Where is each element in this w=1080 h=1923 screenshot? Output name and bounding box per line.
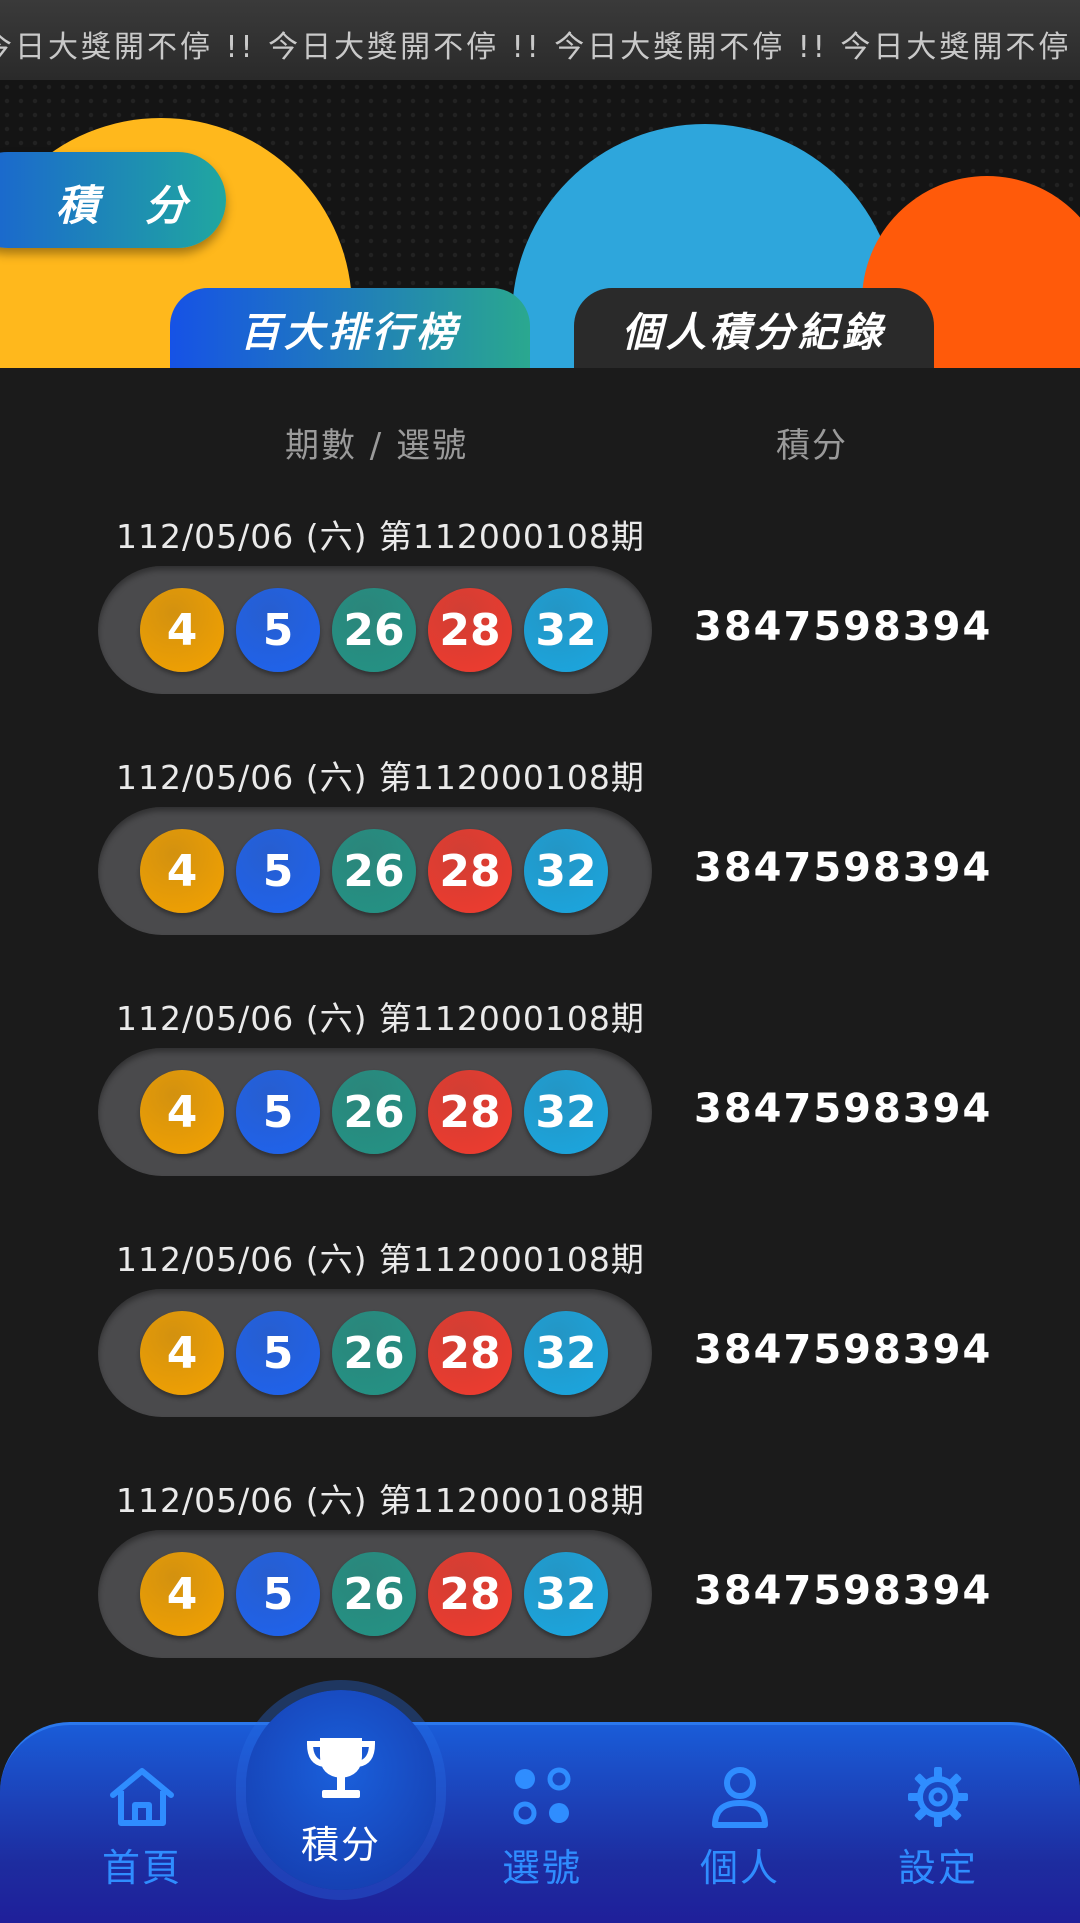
record-score-value: 3847598394 [694, 604, 993, 650]
score-record: 112/05/06 (六) 第112000108期 4 5 26 28 32 3847598… [0, 1233, 1080, 1453]
nav-home-label: 首頁 [101, 1846, 182, 1890]
column-header-score: 積分 [776, 426, 848, 466]
lottery-ball: 26 [332, 1070, 416, 1154]
lottery-ball: 4 [140, 1552, 224, 1636]
tab-top100-ranking[interactable]: 百大排行榜 [170, 288, 530, 368]
record-score-value: 3847598394 [694, 845, 993, 891]
record-period-label: 112/05/06 (六) 第112000108期 [116, 517, 645, 556]
nav-home[interactable]: 首頁 [62, 1765, 222, 1905]
record-period-label: 112/05/06 (六) 第112000108期 [116, 1240, 645, 1279]
lottery-ball: 4 [140, 1070, 224, 1154]
nav-personal-label: 個人 [699, 1846, 780, 1890]
lottery-number-tray: 4 5 26 28 32 [98, 566, 652, 694]
lottery-ball: 32 [524, 1311, 608, 1395]
lottery-ball: 28 [428, 1311, 512, 1395]
nav-settings-label: 設定 [897, 1846, 978, 1890]
gear-icon [908, 1767, 968, 1827]
tab-label: 個人積分紀錄 [622, 310, 886, 356]
record-score-value: 3847598394 [694, 1086, 993, 1132]
lottery-ball: 5 [236, 829, 320, 913]
record-period-label: 112/05/06 (六) 第112000108期 [116, 758, 645, 797]
score-record: 112/05/06 (六) 第112000108期 4 5 26 28 32 3847598… [0, 992, 1080, 1212]
header-banner: 積 分 百大排行榜 個人積分紀錄 [0, 80, 1080, 368]
section-title: 積 分 [56, 181, 203, 230]
trophy-icon [306, 1738, 376, 1798]
score-record: 112/05/06 (六) 第112000108期 4 5 26 28 32 3847598… [0, 510, 1080, 730]
lottery-number-tray: 4 5 26 28 32 [98, 1530, 652, 1658]
lottery-ball: 5 [236, 1552, 320, 1636]
lottery-ball: 26 [332, 588, 416, 672]
score-record: 112/05/06 (六) 第112000108期 4 5 26 28 32 3847598… [0, 1474, 1080, 1694]
lottery-ball: 32 [524, 1070, 608, 1154]
lottery-ball: 5 [236, 1311, 320, 1395]
record-period-label: 112/05/06 (六) 第112000108期 [116, 1481, 645, 1520]
person-icon [712, 1767, 768, 1828]
nav-score-label: 積分 [300, 1823, 381, 1867]
lottery-ball: 32 [524, 588, 608, 672]
lottery-ball: 26 [332, 829, 416, 913]
nav-settings[interactable]: 設定 [858, 1765, 1018, 1905]
tab-label: 百大排行榜 [240, 310, 460, 356]
lottery-ball: 28 [428, 588, 512, 672]
lottery-number-tray: 4 5 26 28 32 [98, 807, 652, 935]
lottery-ball: 28 [428, 829, 512, 913]
dots-grid-icon [513, 1767, 571, 1825]
record-period-label: 112/05/06 (六) 第112000108期 [116, 999, 645, 1038]
announcement-marquee: 今日大獎開不停 !! 今日大獎開不停 !! 今日大獎開不停 !! 今日大獎開不停… [0, 0, 1080, 80]
bottom-navigation: 首頁 選號 個人 設定 [0, 1722, 1080, 1923]
nav-number-pick[interactable]: 選號 [462, 1765, 622, 1905]
record-score-value: 3847598394 [694, 1327, 993, 1373]
lottery-ball: 28 [428, 1070, 512, 1154]
record-score-value: 3847598394 [694, 1568, 993, 1614]
lottery-ball: 4 [140, 829, 224, 913]
nav-personal[interactable]: 個人 [660, 1765, 820, 1905]
lottery-number-tray: 4 5 26 28 32 [98, 1048, 652, 1176]
lottery-ball: 5 [236, 588, 320, 672]
lottery-ball: 32 [524, 829, 608, 913]
lottery-ball: 4 [140, 1311, 224, 1395]
column-header-period: 期數 / 選號 [285, 426, 469, 466]
marquee-text: 今日大獎開不停 !! 今日大獎開不停 !! 今日大獎開不停 !! 今日大獎開不停… [0, 30, 1080, 65]
lottery-ball: 26 [332, 1311, 416, 1395]
lottery-ball: 26 [332, 1552, 416, 1636]
lottery-ball: 4 [140, 588, 224, 672]
lottery-ball: 5 [236, 1070, 320, 1154]
score-record: 112/05/06 (六) 第112000108期 4 5 26 28 32 3847598… [0, 751, 1080, 971]
lottery-ball: 28 [428, 1552, 512, 1636]
lottery-number-tray: 4 5 26 28 32 [98, 1289, 652, 1417]
nav-pick-label: 選號 [501, 1846, 582, 1890]
nav-score-active[interactable]: 積分 [246, 1690, 436, 1890]
tab-personal-score-record[interactable]: 個人積分紀錄 [574, 288, 934, 368]
lottery-ball: 32 [524, 1552, 608, 1636]
home-icon [110, 1768, 174, 1826]
section-title-pill: 積 分 [0, 152, 226, 248]
